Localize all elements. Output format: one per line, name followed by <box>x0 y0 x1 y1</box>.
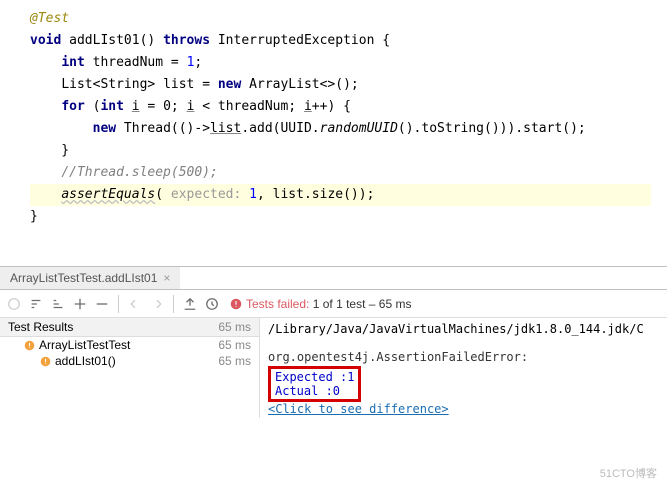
close-icon[interactable]: × <box>163 271 170 285</box>
actual-line: Actual :0 <box>275 384 354 398</box>
annotation-test: @Test <box>30 11 69 26</box>
history-icon[interactable] <box>202 293 222 315</box>
test-tree[interactable]: Test Results 65 ms ArrayListTestTest 65 … <box>0 318 260 418</box>
show-passed-icon[interactable] <box>4 293 24 315</box>
prev-fail-icon[interactable] <box>125 293 145 315</box>
console-output[interactable]: /Library/Java/JavaVirtualMachines/jdk1.8… <box>260 318 667 418</box>
tree-node-class[interactable]: ArrayListTestTest 65 ms <box>0 337 259 353</box>
jdk-path: /Library/Java/JavaVirtualMachines/jdk1.8… <box>268 322 659 336</box>
commented-sleep: //Thread.sleep(500); <box>61 165 218 180</box>
next-fail-icon[interactable] <box>147 293 167 315</box>
watermark: 51CTO博客 <box>600 465 657 481</box>
run-tab-bar: ArrayListTestTest.addLIst01 × <box>0 266 667 290</box>
tests-status: Tests failed: 1 of 1 test – 65 ms <box>230 297 411 311</box>
sort-down-icon[interactable] <box>26 293 46 315</box>
collapse-icon[interactable] <box>92 293 112 315</box>
see-diff-link[interactable]: <Click to see difference> <box>268 402 449 416</box>
fail-status-icon <box>230 298 242 310</box>
run-tab[interactable]: ArrayListTestTest.addLIst01 × <box>0 267 180 289</box>
export-icon[interactable] <box>180 293 200 315</box>
tree-node-method[interactable]: addLIst01() 65 ms <box>0 353 259 369</box>
code-editor[interactable]: @Test void addLIst01() throws Interrupte… <box>0 0 667 236</box>
results-panel: Test Results 65 ms ArrayListTestTest 65 … <box>0 318 667 418</box>
tree-header-label: Test Results <box>8 320 73 334</box>
sort-up-icon[interactable] <box>48 293 68 315</box>
assertion-diff-box: Expected :1 Actual :0 <box>268 366 361 402</box>
test-toolbar: Tests failed: 1 of 1 test – 65 ms <box>0 290 667 318</box>
fail-icon <box>40 356 51 367</box>
fail-icon <box>24 340 35 351</box>
tab-label: ArrayListTestTest.addLIst01 <box>10 271 157 285</box>
error-line: org.opentest4j.AssertionFailedError: <box>268 350 659 364</box>
assert-call: assertEquals <box>61 187 155 202</box>
expand-icon[interactable] <box>70 293 90 315</box>
expected-line: Expected :1 <box>275 370 354 384</box>
highlighted-line: assertEquals( expected: 1, list.size()); <box>30 184 651 206</box>
